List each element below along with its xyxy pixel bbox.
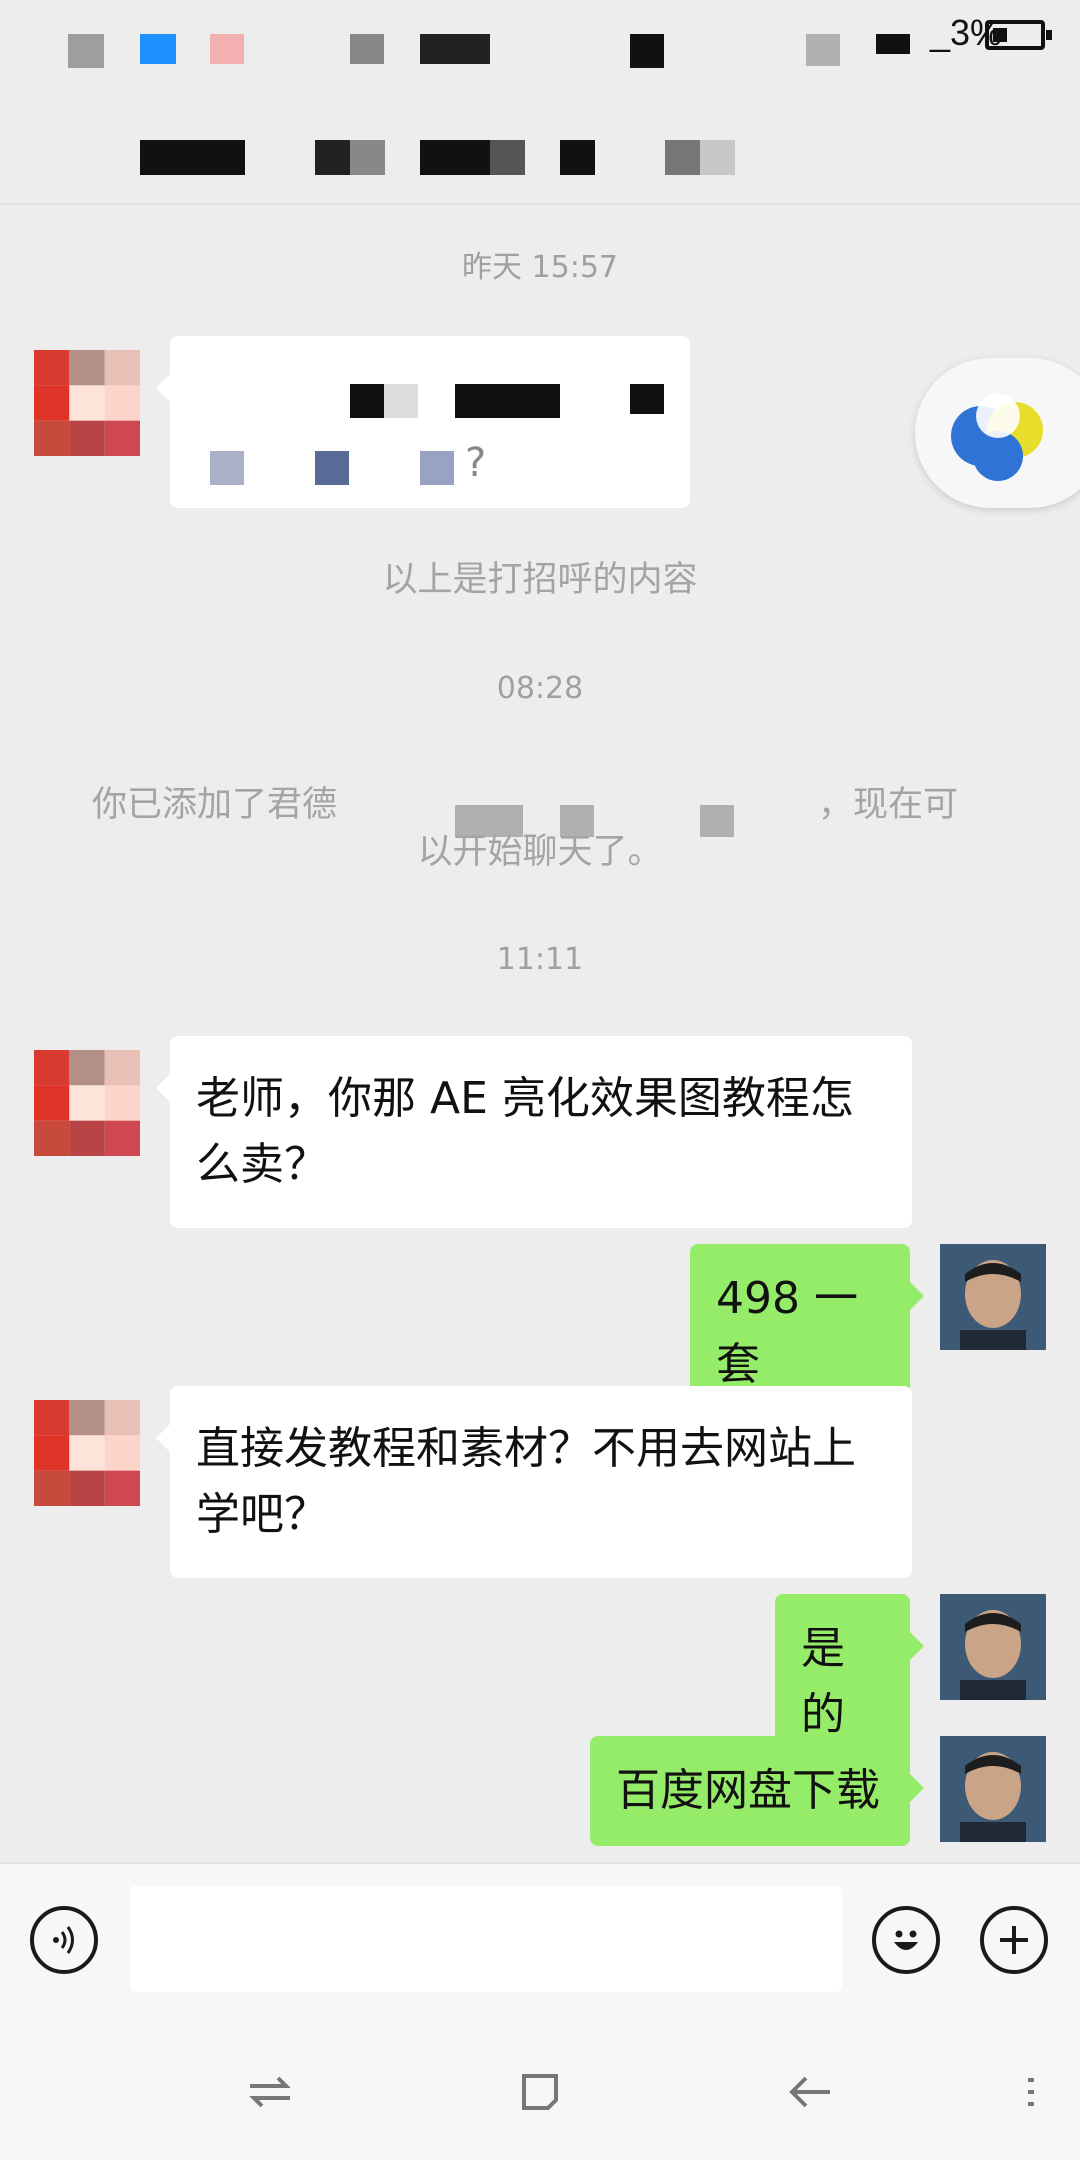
status-icon-censored <box>350 34 384 64</box>
system-text-line2: 以开始聊天了。 <box>417 832 663 872</box>
my-avatar[interactable] <box>940 1244 1046 1350</box>
title-censored <box>490 140 525 175</box>
status-bar: _3% <box>0 0 1080 95</box>
friend-avatar[interactable] <box>34 1400 140 1506</box>
message-bubble[interactable]: 直接发教程和素材？不用去网站上学吧？ <box>156 1386 912 1578</box>
timestamp: 11:11 <box>496 942 584 977</box>
greeting-censored <box>630 384 664 414</box>
friend-avatar[interactable] <box>34 350 140 456</box>
title-censored <box>350 140 385 175</box>
switch-icon[interactable] <box>240 2062 300 2122</box>
greeting-censored <box>315 451 349 485</box>
title-censored <box>140 140 245 175</box>
timestamp: 昨天 15:57 <box>462 250 618 285</box>
assistant-icon <box>951 394 1043 481</box>
voice-icon[interactable] <box>30 1906 98 1974</box>
chat-title-bar <box>0 95 1080 205</box>
message-input[interactable] <box>130 1886 842 1992</box>
status-icon-censored <box>420 34 490 64</box>
system-text-start: 你已添加了君德 <box>92 785 338 825</box>
my-avatar[interactable] <box>940 1594 1046 1700</box>
message-bubble[interactable]: 老师，你那 AE 亮化效果图教程怎么卖？ <box>156 1036 912 1228</box>
system-nav-bar <box>0 2022 1080 2160</box>
greeting-censored <box>350 384 384 418</box>
greeting-fragment: ? <box>465 440 487 486</box>
greeting-note: 以上是打招呼的内容 <box>382 560 698 600</box>
menu-icon[interactable] <box>1000 2062 1060 2122</box>
friend-avatar[interactable] <box>34 1050 140 1156</box>
my-avatar[interactable] <box>940 1736 1046 1842</box>
battery-icon <box>985 20 1052 50</box>
my-message-bubble[interactable]: 百度网盘下载 <box>590 1736 924 1846</box>
timestamp: 08:28 <box>496 671 584 706</box>
title-censored <box>700 140 735 175</box>
system-text-end: ，现在可 <box>818 785 959 825</box>
status-icon-censored <box>68 34 104 68</box>
home-icon[interactable] <box>510 2062 570 2122</box>
greeting-censored <box>420 451 454 485</box>
status-icon-censored <box>210 34 244 64</box>
greeting-bubble[interactable]: ? <box>156 336 690 508</box>
floating-assistant-button[interactable] <box>915 358 1080 508</box>
back-icon[interactable] <box>780 2062 840 2122</box>
emoji-icon[interactable] <box>872 1906 940 1974</box>
input-bar <box>0 1862 1080 2024</box>
status-icon-censored <box>876 34 910 54</box>
status-icon-censored <box>806 34 840 66</box>
greeting-censored <box>210 451 244 485</box>
greeting-censored <box>455 384 560 418</box>
status-icon-censored <box>630 34 664 68</box>
add-icon[interactable] <box>980 1906 1048 1974</box>
greeting-censored <box>384 384 418 418</box>
status-icon-censored <box>140 34 176 64</box>
title-censored <box>560 140 595 175</box>
